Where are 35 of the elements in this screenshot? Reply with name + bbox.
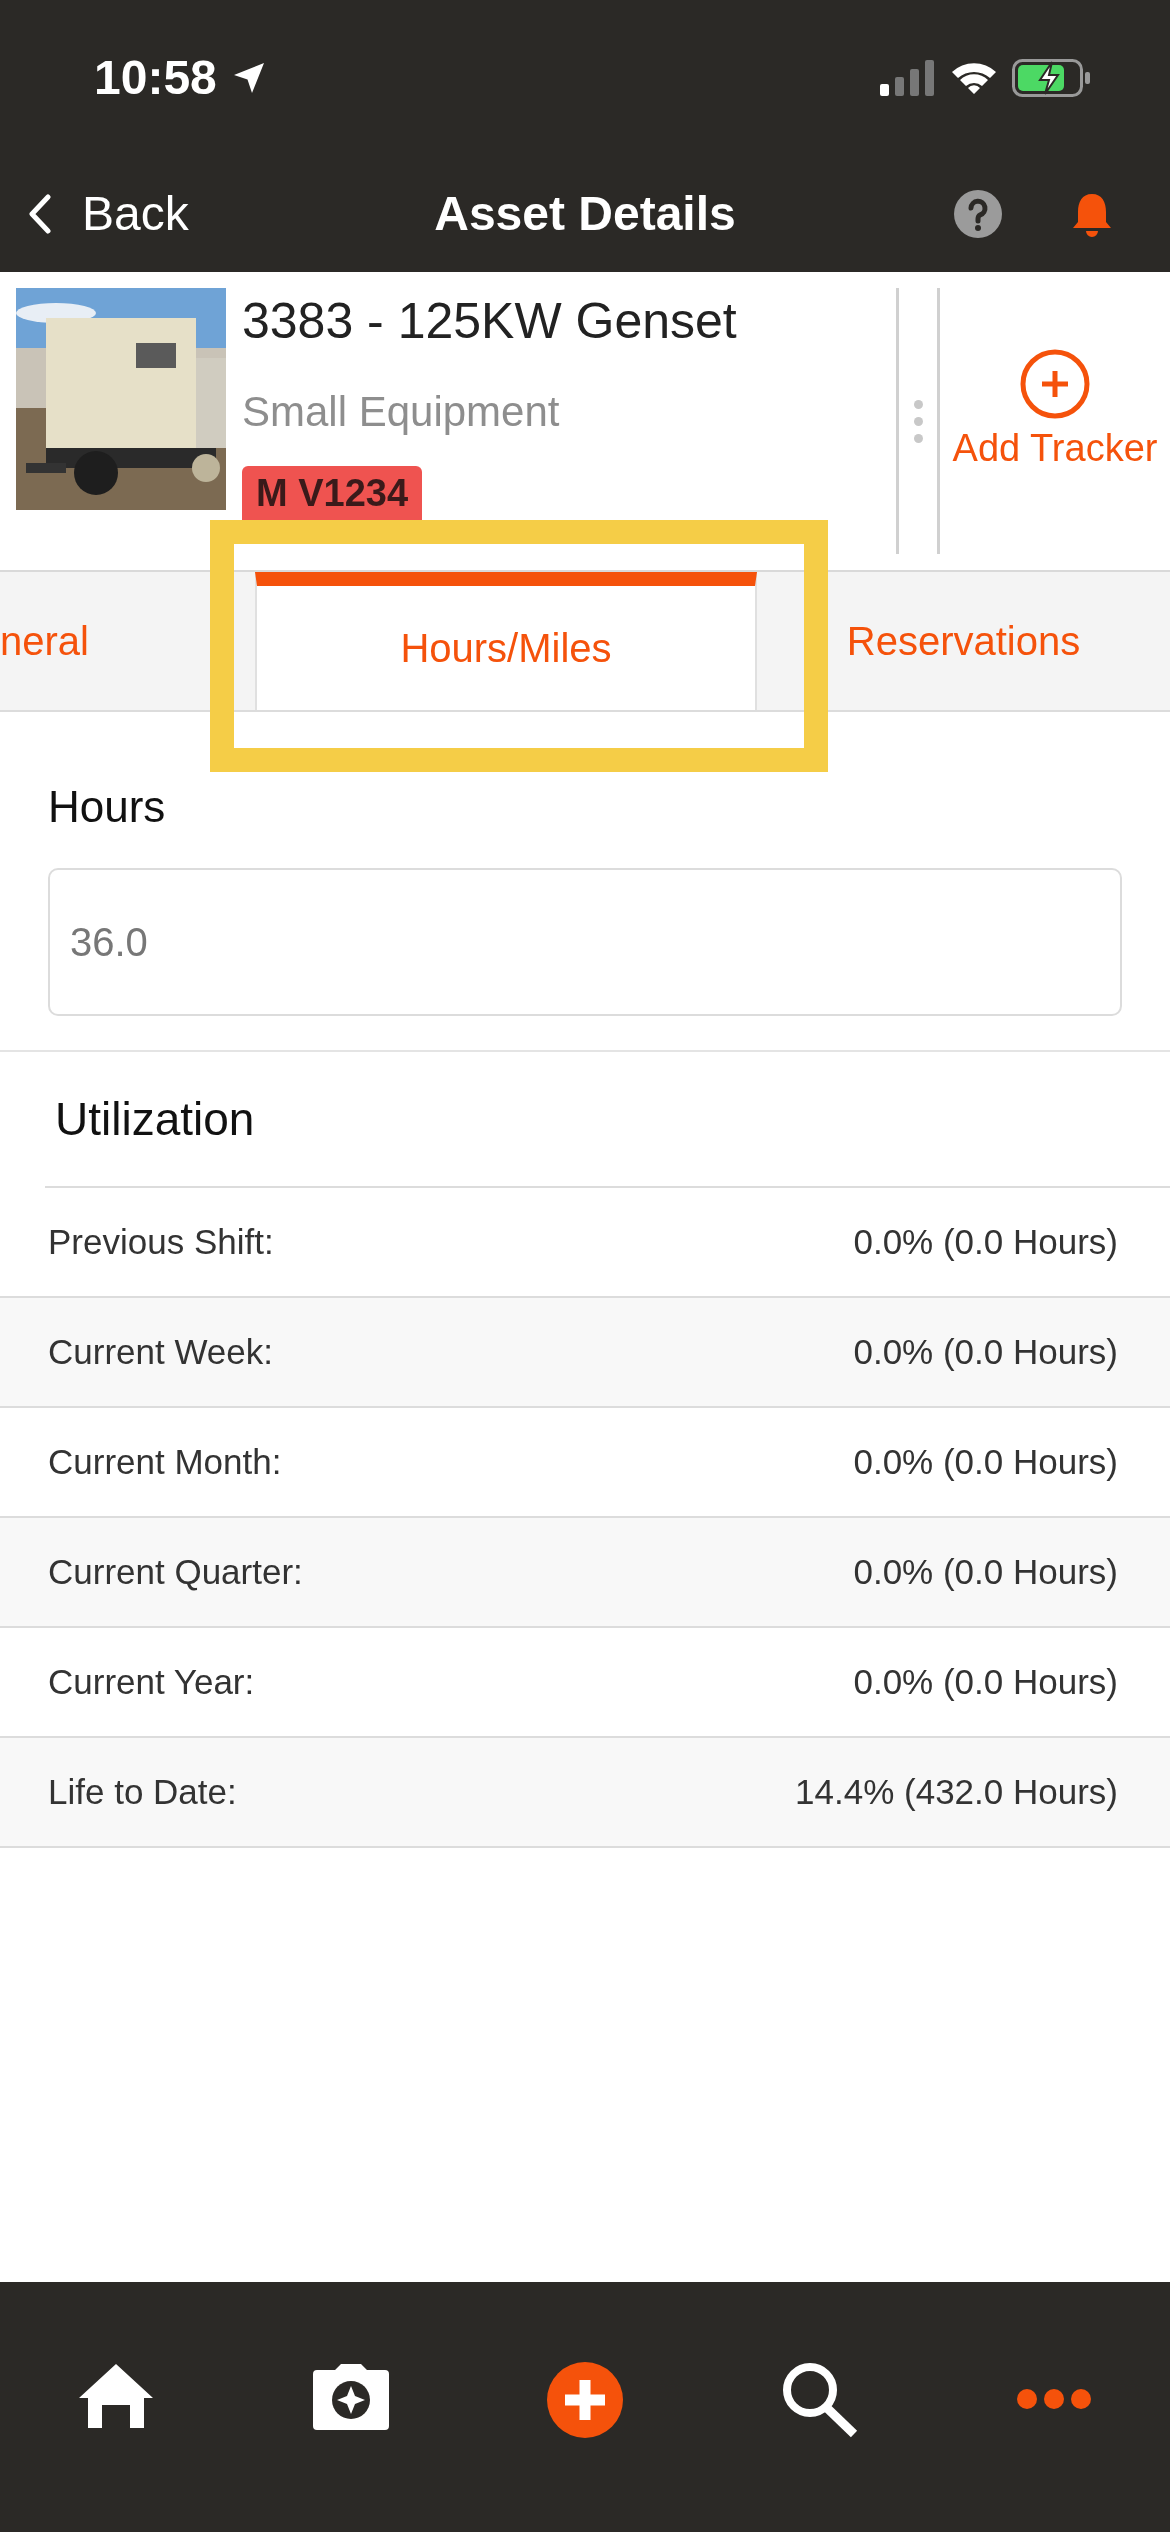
row-value: 0.0% (0.0 Hours) <box>853 1662 1118 1702</box>
hours-input-field[interactable]: 36.0 <box>48 868 1122 1016</box>
row-label: Current Month: <box>48 1442 282 1482</box>
row-value: 0.0% (0.0 Hours) <box>853 1332 1118 1372</box>
row-label: Previous Shift: <box>48 1222 274 1262</box>
tab[interactable]: neral <box>0 572 255 710</box>
tab[interactable]: Hours/Miles <box>255 572 757 710</box>
add-tracker-button[interactable]: Add Tracker <box>940 288 1170 570</box>
signal-icon <box>880 59 936 96</box>
row-label: Current Year: <box>48 1662 255 1702</box>
chevron-left-icon <box>28 193 52 234</box>
asset-title: 3383 - 125KW Genset <box>242 292 737 350</box>
status-time: 10:58 <box>94 50 217 105</box>
row-value: 14.4% (432.0 Hours) <box>795 1772 1118 1812</box>
row-value: 0.0% (0.0 Hours) <box>853 1442 1118 1482</box>
hours-label: Hours <box>48 782 167 832</box>
add-icon[interactable] <box>547 2362 623 2438</box>
back-button[interactable]: Back <box>28 186 189 241</box>
row-label: Current Week: <box>48 1332 273 1372</box>
more-icon[interactable] <box>1016 2388 1092 2410</box>
search-icon[interactable] <box>781 2362 858 2438</box>
camera-icon[interactable] <box>312 2362 389 2430</box>
tab[interactable]: Reservations <box>757 572 1170 710</box>
row-value: 0.0% (0.0 Hours) <box>853 1222 1118 1262</box>
plus-circle-icon <box>1020 348 1090 419</box>
battery-charging-icon <box>1012 58 1092 97</box>
row-label: Life to Date: <box>48 1772 237 1812</box>
row-value: 0.0% (0.0 Hours) <box>853 1552 1118 1592</box>
drag-handle-icon[interactable] <box>896 288 940 554</box>
utilization-heading: Utilization <box>45 1052 1170 1188</box>
row-label: Current Quarter: <box>48 1552 303 1592</box>
home-icon[interactable] <box>78 2362 154 2428</box>
asset-category: Small Equipment <box>242 388 560 436</box>
screen-title: Asset Details <box>434 186 736 241</box>
help-icon[interactable] <box>954 189 1002 238</box>
